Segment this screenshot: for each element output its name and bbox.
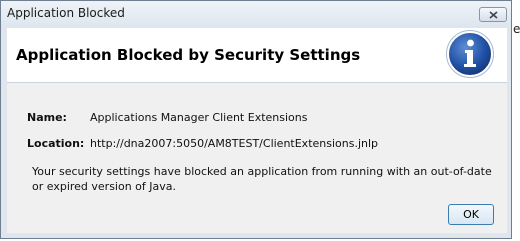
window-title: Application Blocked xyxy=(7,6,125,20)
info-icon xyxy=(446,30,494,78)
screen: e Application Blocked Application Blocke… xyxy=(0,0,520,241)
name-value: Applications Manager Client Extensions xyxy=(90,111,308,124)
location-value: http://dna2007:5050/AM8TEST/ClientExtens… xyxy=(90,137,379,150)
dialog-header: Application Blocked by Security Settings xyxy=(7,28,507,83)
blocked-message: Your security settings have blocked an a… xyxy=(32,165,492,193)
application-blocked-dialog: Application Blocked Application Blocked … xyxy=(0,0,512,239)
ok-button[interactable]: OK xyxy=(448,204,494,225)
location-label: Location: xyxy=(27,137,85,150)
title-bar[interactable]: Application Blocked xyxy=(1,1,511,27)
name-label: Name: xyxy=(27,111,67,124)
close-icon xyxy=(489,11,498,19)
background-text: e xyxy=(513,22,520,36)
header-title: Application Blocked by Security Settings xyxy=(16,46,361,64)
close-button[interactable] xyxy=(479,7,507,22)
dialog-content: Name: Applications Manager Client Extens… xyxy=(7,83,507,233)
